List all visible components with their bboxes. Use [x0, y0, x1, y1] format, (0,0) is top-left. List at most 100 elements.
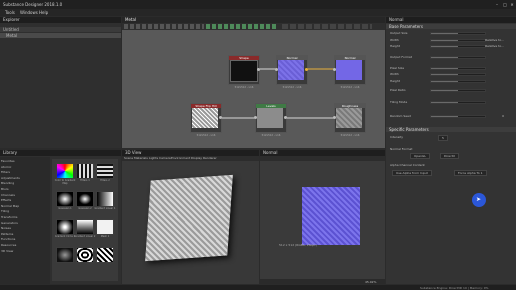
- graph-node[interactable]: Shape 512x512 - L16: [228, 55, 260, 89]
- property-label: Height: [390, 44, 400, 48]
- menu-tools[interactable]: Tools: [5, 10, 15, 15]
- library-title: Library: [3, 150, 17, 155]
- library-category[interactable]: 3D View: [1, 249, 20, 255]
- menu-help[interactable]: Help: [39, 10, 48, 15]
- zoom-level[interactable]: 45.02%: [365, 280, 376, 284]
- library-thumb[interactable]: [96, 247, 114, 263]
- input-port[interactable]: [275, 68, 278, 71]
- cursor-highlight-icon: ➤: [472, 193, 486, 207]
- section-base-parameters[interactable]: Base Parameters: [386, 24, 516, 29]
- 3d-menu-environment[interactable]: Environment: [171, 156, 190, 161]
- property-label: Height: [390, 79, 400, 83]
- thumb-caption: Color to Gradient Map: [54, 179, 76, 185]
- thumb-caption: Gaussian 2: [78, 207, 92, 210]
- close-icon[interactable]: ✕: [509, 2, 515, 7]
- property-slider[interactable]: [430, 39, 486, 42]
- property-value-button[interactable]: Use Alpha from Input: [392, 170, 432, 176]
- output-port[interactable]: [284, 116, 287, 119]
- property-value-button[interactable]: DirectX: [440, 153, 460, 159]
- thumb-caption: Filters 2: [100, 179, 110, 182]
- graph-node[interactable]: Roughness 512x512 - L16: [333, 103, 366, 137]
- library-thumb[interactable]: Filters 1: [76, 163, 94, 182]
- 3d-menu-lights[interactable]: Lights: [149, 156, 158, 161]
- property-label: Alpha Channel Content: [390, 163, 425, 167]
- library-thumb[interactable]: [56, 247, 74, 263]
- input-port[interactable]: [333, 116, 336, 119]
- specific-row: Force Alpha To 1: [454, 170, 502, 176]
- output-port[interactable]: [257, 68, 260, 71]
- node-thumbnail: [192, 108, 218, 128]
- graph-node[interactable]: Levels 512x512 - L16: [254, 103, 287, 137]
- 2d-view-toolbar[interactable]: [260, 156, 385, 161]
- property-slider[interactable]: [430, 45, 486, 48]
- property-label: Pixel Ratio: [390, 88, 406, 92]
- maximize-icon[interactable]: □: [502, 2, 508, 7]
- property-label: Random Seed: [390, 114, 411, 118]
- library-thumb[interactable]: Color to Gradient Map: [55, 163, 75, 185]
- library-thumb[interactable]: Gradient Circle 1: [55, 219, 75, 238]
- 3d-view-panel: 3D View Scene Materials Lights Camera En…: [122, 150, 259, 284]
- status-bar: Substance Engine: Direct3D 10 | Memory: …: [0, 285, 516, 290]
- explorer-title: Explorer: [3, 17, 20, 22]
- properties-title: Normal: [389, 17, 404, 22]
- property-slider[interactable]: [430, 73, 486, 76]
- library-category[interactable]: Transforms: [1, 215, 20, 221]
- property-value-button[interactable]: Force Alpha To 1: [454, 170, 487, 176]
- property-slider[interactable]: [430, 67, 486, 70]
- property-value-button[interactable]: OpenGL: [410, 153, 431, 159]
- node-size-label: 512x512 - L16: [340, 134, 360, 137]
- pointer-icon: ➤: [476, 196, 482, 203]
- node-thumbnail: [336, 60, 362, 80]
- 3d-menu-materials[interactable]: Materials: [134, 156, 148, 161]
- library-thumb[interactable]: Gaussian 2: [76, 191, 94, 210]
- output-port[interactable]: [305, 68, 308, 71]
- graph-node[interactable]: Shape Flip Hill 512x512 - L16: [190, 103, 222, 137]
- library-thumb[interactable]: [76, 247, 94, 263]
- node-size-label: 512x512 - L16: [340, 86, 360, 89]
- property-value[interactable]: 0: [502, 114, 504, 118]
- property-value-button[interactable]: 5: [438, 135, 448, 141]
- property-row: Width Relative to...: [388, 38, 506, 43]
- status-text: Substance Engine: Direct3D 10 | Memory: …: [420, 285, 489, 290]
- 2d-view-footer: 45.02%: [260, 279, 385, 284]
- specific-row: Alpha Channel Content: [388, 163, 506, 168]
- 3d-menu-scene[interactable]: Scene: [124, 156, 133, 161]
- 3d-menu-renderer[interactable]: Renderer: [203, 156, 217, 161]
- node-size-label: 512x512 - L16: [196, 134, 216, 137]
- explorer-item[interactable]: Untitled: [0, 27, 121, 32]
- library-thumb[interactable]: Mesh 1: [96, 219, 114, 238]
- slider-fill: [431, 46, 458, 47]
- property-slider[interactable]: [430, 80, 486, 83]
- 3d-menu-camera[interactable]: Camera: [159, 156, 171, 161]
- property-row: Output Size: [388, 31, 506, 36]
- property-slider[interactable]: [430, 32, 486, 35]
- node-thumbnail: [257, 108, 283, 128]
- graph-node[interactable]: Normal 512x512 - L16: [275, 55, 308, 89]
- property-slider[interactable]: [430, 115, 486, 118]
- minimize-icon[interactable]: –: [494, 2, 500, 7]
- library-thumb[interactable]: Gradient Linear 2: [75, 219, 95, 238]
- library-thumb[interactable]: Gradient Linear 1: [95, 191, 115, 210]
- property-value[interactable]: Relative to...: [485, 38, 504, 42]
- output-port[interactable]: [219, 116, 222, 119]
- property-label: Output Format: [390, 55, 412, 59]
- node-thumbnail: [336, 108, 362, 128]
- property-value[interactable]: Relative to...: [485, 44, 504, 48]
- property-slider[interactable]: [430, 89, 486, 92]
- property-slider[interactable]: [430, 101, 486, 104]
- library-thumb[interactable]: Gaussian 1: [56, 191, 74, 210]
- library-thumb[interactable]: Filters 2: [96, 163, 114, 182]
- property-row: Width: [388, 72, 506, 77]
- input-port[interactable]: [333, 68, 336, 71]
- input-port[interactable]: [254, 116, 257, 119]
- property-label: Output Size: [390, 31, 408, 35]
- 3d-menu-display[interactable]: Display: [191, 156, 202, 161]
- section-specific-parameters[interactable]: Specific Parameters: [386, 127, 516, 132]
- thumb-caption: Mesh 1: [100, 235, 110, 238]
- specific-row: DirectX: [440, 153, 516, 159]
- explorer-header: Explorer: [0, 17, 121, 23]
- menu-windows[interactable]: Windows: [20, 10, 38, 15]
- property-slider[interactable]: [430, 56, 486, 59]
- explorer-item[interactable]: Metal: [0, 33, 121, 38]
- graph-node[interactable]: Normal 512x512 - L16: [333, 55, 366, 89]
